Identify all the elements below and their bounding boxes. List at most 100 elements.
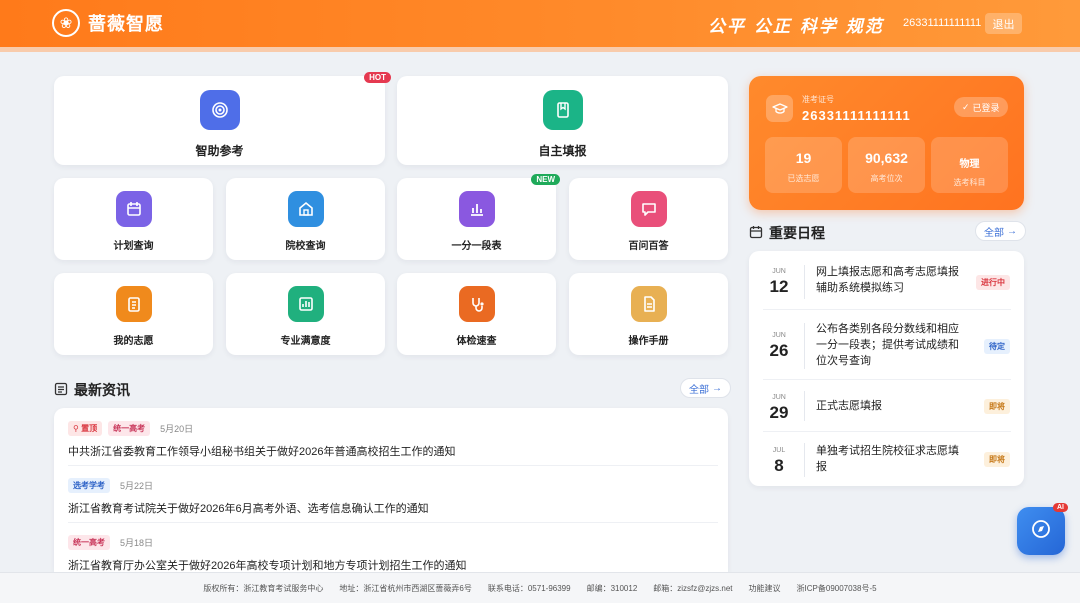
footer-phone: 联系电话：0571-96399 [487, 583, 571, 593]
schedule-item[interactable]: JUN 29 正式志愿填报 即将 [749, 379, 1024, 431]
schedule-text: 公布各类别各段分数线和相应一分一段表；提供考试成绩和位次号查询 [816, 323, 959, 367]
news-date: 5月18日 [120, 538, 154, 548]
schedule-text: 网上填报志愿和高考志愿填报辅助系统模拟练习 [816, 266, 959, 294]
divider [804, 391, 805, 421]
news-list: ⚲ 置顶 统一高考 5月20日 中共浙江省委教育工作领导小组秘书组关于做好202… [54, 408, 728, 572]
schedule-item[interactable]: JUN 12 网上填报志愿和高考志愿填报辅助系统模拟练习 进行中 [749, 251, 1024, 309]
news-title: 最新资讯 [74, 382, 130, 398]
tile-manyidu[interactable]: 专业满意度 [226, 273, 385, 355]
tile-tijian[interactable]: 体检速查 [397, 273, 556, 355]
footer-email[interactable]: 邮箱：zizsfz@zjzs.net [653, 583, 732, 594]
graduation-cap-icon [766, 95, 793, 122]
tile-label: 操作手册 [628, 336, 669, 347]
status-badge: 即将 [984, 452, 1010, 467]
target-icon [199, 90, 240, 130]
slogan: 公平 公正 科学 规范 [708, 17, 884, 37]
tile-jihua[interactable]: 计划查询 [54, 178, 213, 260]
schedule-more-button[interactable]: 全部 → [975, 221, 1026, 241]
exam-id-number: 26331111111111 [802, 108, 911, 123]
login-status-label: 已登录 [972, 102, 1000, 113]
login-status-badge: ✓ 已登录 [954, 97, 1008, 117]
calendar-icon [749, 225, 763, 242]
tile-label: 一分一段表 [451, 241, 502, 252]
brand-name: 蔷薇智愿 [88, 14, 164, 34]
schedule-month: JUN [772, 268, 786, 275]
tile-shouce[interactable]: 操作手册 [569, 273, 728, 355]
news-item[interactable]: 统一高考 5月18日 浙江省教育厅办公室关于做好2026年高校专项计划和地方专项… [68, 535, 718, 573]
tile-wodezhiyuan[interactable]: 我的志愿 [54, 273, 213, 355]
divider [804, 443, 805, 477]
clipboard-icon [115, 286, 152, 322]
chart-icon [287, 286, 324, 322]
stat-label: 已选志愿 [787, 174, 820, 183]
news-date: 5月22日 [120, 481, 154, 491]
stat-label: 高考位次 [870, 174, 903, 183]
logout-button[interactable]: 退出 [985, 13, 1022, 34]
tile-baiwen[interactable]: 百问百答 [569, 178, 728, 260]
news-section-title: 最新资讯 [54, 380, 130, 400]
stat-value: 19 [795, 150, 812, 166]
footer-feedback-link[interactable]: 功能建议 [749, 583, 781, 594]
arrow-right-icon: → [1007, 225, 1017, 237]
schedule-day: 8 [774, 456, 784, 475]
schedule-day: 26 [769, 341, 789, 360]
news-headline[interactable]: 浙江省教育厅办公室关于做好2026年高校专项计划和地方专项计划招生工作的通知 [68, 557, 718, 573]
user-id: 26331111111111 [903, 17, 982, 29]
more-label: 全部 [984, 227, 1004, 239]
tile-zhizhu[interactable]: 智助参考 HOT [54, 72, 391, 165]
tile-yifen[interactable]: 一分一段表 NEW [397, 174, 560, 260]
footer-icp[interactable]: 浙ICP备09007038号-5 [797, 583, 877, 594]
rose-icon: ❀ [52, 9, 80, 37]
schedule-month: JUL [772, 447, 786, 454]
tile-label: 计划查询 [113, 241, 154, 252]
newspaper-icon [54, 382, 68, 399]
schedule-item[interactable]: JUN 26 公布各类别各段分数线和相应一分一段表；提供考试成绩和位次号查询 待… [749, 309, 1024, 379]
header-divider [0, 47, 1080, 52]
news-headline[interactable]: 中共浙江省委教育工作领导小组秘书组关于做好2026年普通高校招生工作的通知 [68, 443, 718, 459]
exam-id-label: 准考证号 [802, 95, 834, 104]
schedule-text: 正式志愿填报 [816, 400, 882, 412]
ai-assistant-button[interactable]: AI [1017, 503, 1068, 555]
footer-copyright: 版权所有：浙江教育考试服务中心 [203, 583, 324, 593]
schedule-day: 29 [769, 403, 789, 422]
calendar-icon [115, 191, 152, 227]
schedule-list: JUN 12 网上填报志愿和高考志愿填报辅助系统模拟练习 进行中 JUN 26 … [749, 251, 1024, 486]
tile-label: 自主填报 [538, 144, 587, 158]
more-label: 全部 [689, 384, 709, 396]
tile-label: 智助参考 [195, 144, 244, 158]
new-badge: NEW [531, 174, 560, 185]
schedule-month: JUN [772, 394, 786, 401]
candidate-card: 准考证号 26331111111111 ✓ 已登录 19 已选志愿 90,632… [749, 76, 1024, 210]
tile-label: 百问百答 [628, 241, 669, 252]
news-more-button[interactable]: 全部 → [680, 378, 731, 398]
stat-label: 选考科目 [953, 178, 986, 187]
brand-logo[interactable]: ❀ 蔷薇智愿 [52, 9, 164, 37]
footer-address: 地址：浙江省杭州市西湖区蔷薇弄6号 [339, 583, 472, 593]
check-icon: ✓ [962, 101, 970, 112]
schedule-item[interactable]: JUL 8 单独考试招生院校征求志愿填报 即将 [749, 431, 1024, 486]
divider [804, 323, 805, 369]
tile-label: 体检速查 [456, 336, 497, 347]
status-badge: 待定 [984, 339, 1010, 354]
tile-zizhu[interactable]: 自主填报 [397, 76, 728, 165]
compass-icon [1030, 518, 1052, 545]
schedule-day: 12 [769, 277, 789, 296]
category-tag: 选考学考 [68, 478, 110, 493]
divider [804, 265, 805, 299]
footer-postcode: 邮编：310012 [586, 583, 638, 593]
divider [68, 522, 718, 523]
news-headline[interactable]: 浙江省教育考试院关于做好2026年6月高考外语、选考信息确认工作的通知 [68, 500, 718, 516]
building-icon [287, 191, 324, 227]
news-item[interactable]: 选考学考 5月22日 浙江省教育考试院关于做好2026年6月高考外语、选考信息确… [68, 478, 718, 516]
news-item[interactable]: ⚲ 置顶 统一高考 5月20日 中共浙江省委教育工作领导小组秘书组关于做好202… [68, 421, 718, 459]
chat-icon [630, 191, 667, 227]
category-tag: 统一高考 [108, 421, 151, 436]
stat-volunteers: 19 已选志愿 [765, 137, 842, 193]
tile-label: 院校查询 [285, 241, 326, 252]
document-icon [630, 286, 667, 322]
schedule-section-title: 重要日程 [749, 223, 825, 243]
schedule-title: 重要日程 [769, 225, 825, 241]
tile-yuanxiao[interactable]: 院校查询 [226, 178, 385, 260]
tile-label: 专业满意度 [280, 336, 331, 347]
stat-value: 物理 [959, 159, 980, 170]
